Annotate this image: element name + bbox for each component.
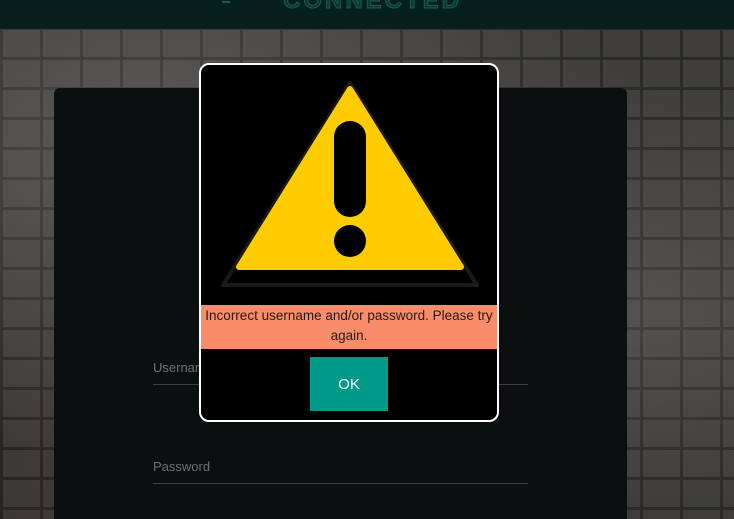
warning-triangle-icon	[221, 81, 479, 287]
top-bar: CONNECTED	[0, 0, 734, 29]
logo-mark-icon	[222, 0, 230, 3]
error-dialog: Incorrect username and/or password. Plea…	[199, 63, 499, 422]
ok-button[interactable]: OK	[310, 357, 388, 411]
error-message: Incorrect username and/or password. Plea…	[201, 305, 497, 349]
password-field[interactable]: Password	[153, 459, 528, 484]
app-title: CONNECTED	[282, 0, 463, 15]
